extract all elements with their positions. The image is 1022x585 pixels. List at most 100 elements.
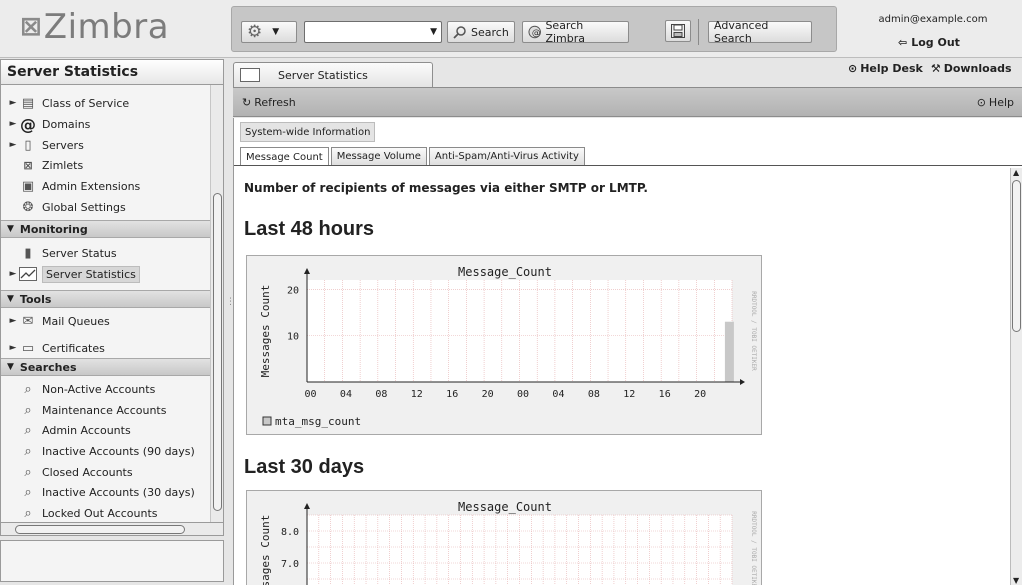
tree-item-admin-accounts[interactable]: ⌕ Admin Accounts [1, 420, 211, 440]
search-combo[interactable]: ▼ [304, 21, 442, 43]
period-heading-30d: Last 30 days [244, 456, 365, 478]
saved-search-icon: ⌕ [24, 464, 32, 480]
tree-item-zimlets[interactable]: ⊠ Zimlets [1, 155, 211, 175]
tree-item-label: Servers [42, 138, 84, 152]
logout-label: Log Out [911, 36, 960, 49]
scroll-thumb[interactable] [15, 525, 185, 534]
downloads-link[interactable]: ⚒ Downloads [931, 62, 1012, 75]
search-input[interactable] [305, 22, 415, 42]
help-desk-link[interactable]: ⊙ Help Desk [848, 62, 923, 75]
logout-link[interactable]: ⇦ Log Out [898, 36, 960, 49]
tree-item-closed-accounts[interactable]: ⌕ Closed Accounts [1, 462, 211, 482]
expand-arrow-icon[interactable]: ► [7, 140, 19, 150]
section-searches[interactable]: ▼ Searches [1, 358, 211, 376]
advanced-search-label: Advanced Search [714, 19, 769, 45]
at-icon: @ [20, 114, 36, 134]
x-tick-label: 12 [411, 389, 423, 400]
left-panel-title: Server Statistics [0, 59, 224, 85]
search-dropdown-icon[interactable]: ▼ [430, 27, 437, 37]
tree-item-label: Server Status [42, 246, 117, 260]
gear-icon: ⚙ [247, 21, 263, 42]
tree-item-server-status[interactable]: ▮ Server Status [1, 243, 211, 263]
y-tick-label: 8.0 [281, 527, 299, 538]
x-tick-label: 20 [482, 389, 494, 400]
data-bar [724, 321, 734, 382]
advanced-search-button[interactable]: Advanced Search [708, 19, 812, 45]
tab-label: Server Statistics [278, 68, 368, 82]
refresh-label: Refresh [254, 96, 296, 109]
tab-message-count[interactable]: Message Count [240, 147, 329, 166]
subtab-divider [234, 165, 1022, 166]
tree-item-admin-extensions[interactable]: ▣ Admin Extensions [1, 176, 211, 196]
chart-48h: Message_Count 10 20 00 04 08 12 16 20 00 04 08 12 16 2… [246, 255, 762, 435]
zimbra-logo-mark: ⊠ [20, 12, 42, 42]
tree-item-servers[interactable]: ► ▯ Servers [1, 135, 211, 155]
expand-arrow-icon[interactable]: ► [7, 269, 19, 279]
tree-item-certificates[interactable]: ► ▭ Certificates [1, 338, 211, 358]
tree-item-inactive-accounts-90[interactable]: ⌕ Inactive Accounts (90 days) [1, 441, 211, 461]
navigation-tree: ► ▤ Class of Service ► @ Domains ► ▯ Ser… [0, 85, 224, 522]
tree-item-non-active-accounts[interactable]: ⌕ Non-Active Accounts [1, 379, 211, 399]
tree-item-label: Inactive Accounts (90 days) [42, 444, 195, 458]
zimbra-logo[interactable]: ⊠ Zimbra [20, 7, 169, 47]
tree-horizontal-scrollbar[interactable] [0, 522, 224, 536]
tab-server-statistics[interactable]: Server Statistics [233, 62, 433, 87]
expand-arrow-icon[interactable]: ► [7, 316, 19, 326]
tree-item-domains[interactable]: ► @ Domains [1, 114, 211, 134]
refresh-button[interactable]: ↻ Refresh [242, 96, 296, 109]
section-title: Searches [19, 360, 77, 374]
content-vertical-scrollbar[interactable]: ▲ ▼ [1010, 168, 1022, 585]
search-button[interactable]: Search [447, 21, 515, 43]
tree-item-label: Mail Queues [42, 314, 110, 328]
tab-message-volume[interactable]: Message Volume [330, 147, 427, 165]
global-settings-icon: ❂ [22, 199, 34, 215]
help-label: Help [988, 96, 1014, 109]
y-axis-arrow [304, 503, 310, 509]
tree-item-maintenance-accounts[interactable]: ⌕ Maintenance Accounts [1, 400, 211, 420]
tree-vertical-scrollbar[interactable] [210, 85, 223, 522]
panel-splitter[interactable]: ⋮ [226, 298, 235, 340]
tree-item-inactive-accounts-30[interactable]: ⌕ Inactive Accounts (30 days) [1, 482, 211, 502]
search-options-button[interactable]: ⚙ ▼ [241, 21, 297, 43]
help-button[interactable]: ⊙ Help [977, 96, 1014, 109]
class-of-service-icon: ▤ [21, 95, 35, 111]
section-monitoring[interactable]: ▼ Monitoring [1, 220, 211, 238]
collapse-arrow-icon: ▼ [7, 224, 14, 234]
collapse-arrow-icon: ▼ [7, 294, 14, 304]
expand-arrow-icon[interactable]: ► [7, 343, 19, 353]
tree-item-locked-out-accounts[interactable]: ⌕ Locked Out Accounts [1, 503, 211, 522]
server-icon: ▯ [24, 137, 32, 153]
top-links: ⊙ Help Desk ⚒ Downloads [848, 62, 1012, 75]
refresh-icon: ↻ [242, 96, 252, 109]
chart-icon [19, 266, 37, 282]
server-status-icon: ▮ [24, 245, 32, 261]
tree-item-class-of-service[interactable]: ► ▤ Class of Service [1, 93, 211, 113]
search-button-label: Search [471, 25, 509, 39]
rrdtool-credit: RRDTOOL / TOBI OETIKER [750, 291, 757, 371]
chart-icon [240, 68, 260, 82]
section-tools[interactable]: ▼ Tools [1, 290, 211, 308]
section-title: Monitoring [19, 222, 88, 236]
tree-item-global-settings[interactable]: ❂ Global Settings [1, 197, 211, 217]
scroll-thumb[interactable] [1012, 180, 1021, 332]
magnifier-icon [453, 26, 466, 39]
downloads-icon: ⚒ [930, 62, 941, 75]
x-tick-label: 00 [305, 389, 317, 400]
scroll-up-icon[interactable]: ▲ [1013, 168, 1019, 177]
search-zimbra-button[interactable]: @ Search Zimbra [522, 19, 629, 45]
tree-item-mail-queues[interactable]: ► ✉ Mail Queues [1, 311, 211, 331]
scroll-down-icon[interactable]: ▼ [1013, 576, 1019, 585]
expand-arrow-icon[interactable]: ► [7, 119, 19, 129]
y-axis-arrow [304, 268, 310, 274]
tab-anti-spam[interactable]: Anti-Spam/Anti-Virus Activity [428, 147, 585, 165]
zimlet-icon: ⊠ [23, 158, 33, 172]
scroll-thumb[interactable] [213, 193, 222, 511]
tree-item-label: Certificates [42, 341, 105, 355]
x-tick-label: 04 [552, 389, 564, 400]
help-desk-label: Help Desk [860, 62, 923, 75]
chevron-down-icon: ▼ [272, 27, 280, 37]
downloads-label: Downloads [943, 62, 1012, 75]
save-search-button[interactable] [665, 20, 691, 42]
expand-arrow-icon[interactable]: ► [7, 98, 19, 108]
tree-item-server-statistics[interactable]: ► Server Statistics [1, 264, 211, 284]
